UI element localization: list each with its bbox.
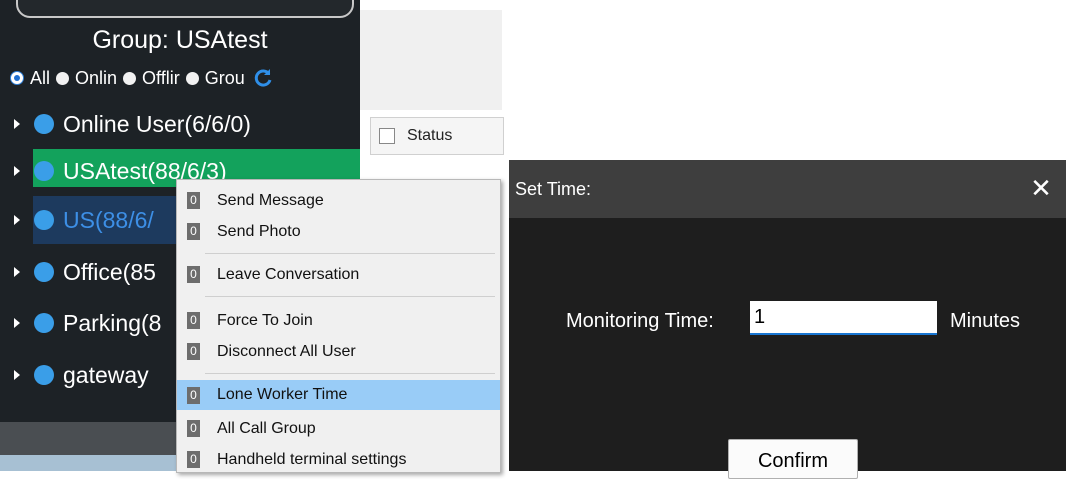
filter-group[interactable]: Grou bbox=[185, 67, 245, 89]
menu-item-send-message[interactable]: 0 Send Message bbox=[177, 186, 500, 215]
menu-item-disconnect-all-user[interactable]: 0 Disconnect All User bbox=[177, 337, 500, 366]
menu-item-lone-worker-time[interactable]: 0 Lone Worker Time bbox=[177, 380, 500, 410]
group-status-icon bbox=[34, 313, 54, 333]
menu-item-leave-conversation[interactable]: 0 Leave Conversation bbox=[177, 260, 500, 289]
status-column-header[interactable]: Status bbox=[407, 127, 452, 145]
menu-item-label: Send Photo bbox=[217, 222, 301, 240]
expand-arrow-icon[interactable] bbox=[14, 166, 20, 176]
group-title: Group: USAtest bbox=[92, 26, 268, 54]
menu-item-badge: 0 bbox=[187, 343, 200, 360]
expand-arrow-icon[interactable] bbox=[14, 119, 20, 129]
expand-arrow-icon[interactable] bbox=[14, 267, 20, 277]
set-time-dialog: Set Time: ✕ Monitoring Time: Minutes Con… bbox=[509, 160, 1066, 479]
menu-item-badge: 0 bbox=[187, 386, 200, 404]
menu-item-label: Handheld terminal settings bbox=[217, 450, 407, 468]
filter-label: All bbox=[30, 67, 51, 88]
group-filters: All Onlin Offlir Grou bbox=[10, 66, 273, 90]
table-header: Status bbox=[370, 117, 504, 155]
minutes-label: Minutes bbox=[950, 310, 1021, 332]
menu-item-badge: 0 bbox=[187, 192, 200, 209]
menu-item-all-call-group[interactable]: 0 All Call Group bbox=[177, 414, 500, 443]
radio-selected-icon[interactable] bbox=[10, 71, 24, 85]
menu-item-handheld-terminal-settings[interactable]: 0 Handheld terminal settings bbox=[177, 445, 500, 474]
filter-label: Offlir bbox=[142, 67, 180, 88]
dialog-header: Set Time: ✕ bbox=[509, 160, 1066, 218]
filter-all[interactable]: All bbox=[10, 68, 50, 89]
filter-label: Onlin bbox=[75, 67, 118, 88]
tree-item-label: gateway bbox=[63, 361, 149, 388]
menu-item-label: Lone Worker Time bbox=[217, 386, 348, 403]
menu-item-send-photo[interactable]: 0 Send Photo bbox=[177, 217, 500, 246]
menu-item-badge: 0 bbox=[187, 266, 200, 283]
menu-item-label: All Call Group bbox=[217, 419, 316, 437]
monitoring-time-label: Monitoring Time: bbox=[566, 310, 714, 332]
menu-separator bbox=[205, 373, 495, 374]
select-all-checkbox[interactable] bbox=[379, 128, 395, 144]
filter-offline[interactable]: Offlir bbox=[123, 68, 180, 89]
expand-arrow-icon[interactable] bbox=[14, 370, 20, 380]
expand-arrow-icon[interactable] bbox=[14, 215, 20, 225]
tree-item-label: Parking(8 bbox=[63, 309, 162, 336]
menu-item-badge: 0 bbox=[187, 312, 200, 329]
radio-icon[interactable] bbox=[56, 71, 70, 85]
radio-icon[interactable] bbox=[123, 71, 137, 85]
monitoring-time-input[interactable] bbox=[750, 301, 937, 335]
menu-item-label: Force To Join bbox=[217, 311, 313, 329]
group-status-icon bbox=[34, 210, 54, 230]
confirm-button[interactable]: Confirm bbox=[728, 439, 858, 479]
close-icon[interactable]: ✕ bbox=[1028, 175, 1054, 201]
expand-arrow-icon[interactable] bbox=[14, 318, 20, 328]
menu-item-badge: 0 bbox=[187, 223, 200, 240]
tree-item-label: Office(85 bbox=[63, 258, 156, 285]
content-toolbar bbox=[360, 10, 502, 110]
tree-item-label: US(88/6/ bbox=[63, 206, 154, 233]
menu-separator bbox=[205, 296, 495, 297]
group-status-icon bbox=[34, 114, 54, 134]
group-status-icon bbox=[34, 262, 54, 282]
tree-item-online-user[interactable]: Online User(6/6/0) bbox=[0, 105, 360, 143]
dialog-title: Set Time: bbox=[515, 178, 592, 199]
filter-online[interactable]: Onlin bbox=[56, 68, 117, 89]
menu-item-badge: 0 bbox=[187, 420, 200, 437]
tree-item-label: Online User(6/6/0) bbox=[63, 110, 251, 137]
context-menu: 0 Send Message 0 Send Photo 0 Leave Conv… bbox=[176, 179, 501, 473]
search-field[interactable] bbox=[16, 0, 354, 18]
radio-icon[interactable] bbox=[185, 71, 199, 85]
menu-item-force-to-join[interactable]: 0 Force To Join bbox=[177, 306, 500, 335]
menu-item-badge: 0 bbox=[187, 451, 200, 468]
menu-item-label: Disconnect All User bbox=[217, 342, 356, 360]
filter-label: Grou bbox=[204, 67, 245, 88]
refresh-icon[interactable] bbox=[253, 68, 273, 88]
menu-item-label: Leave Conversation bbox=[217, 265, 360, 283]
menu-separator bbox=[205, 253, 495, 254]
group-status-icon bbox=[34, 161, 54, 181]
group-status-icon bbox=[34, 365, 54, 385]
menu-item-label: Send Message bbox=[217, 191, 324, 209]
